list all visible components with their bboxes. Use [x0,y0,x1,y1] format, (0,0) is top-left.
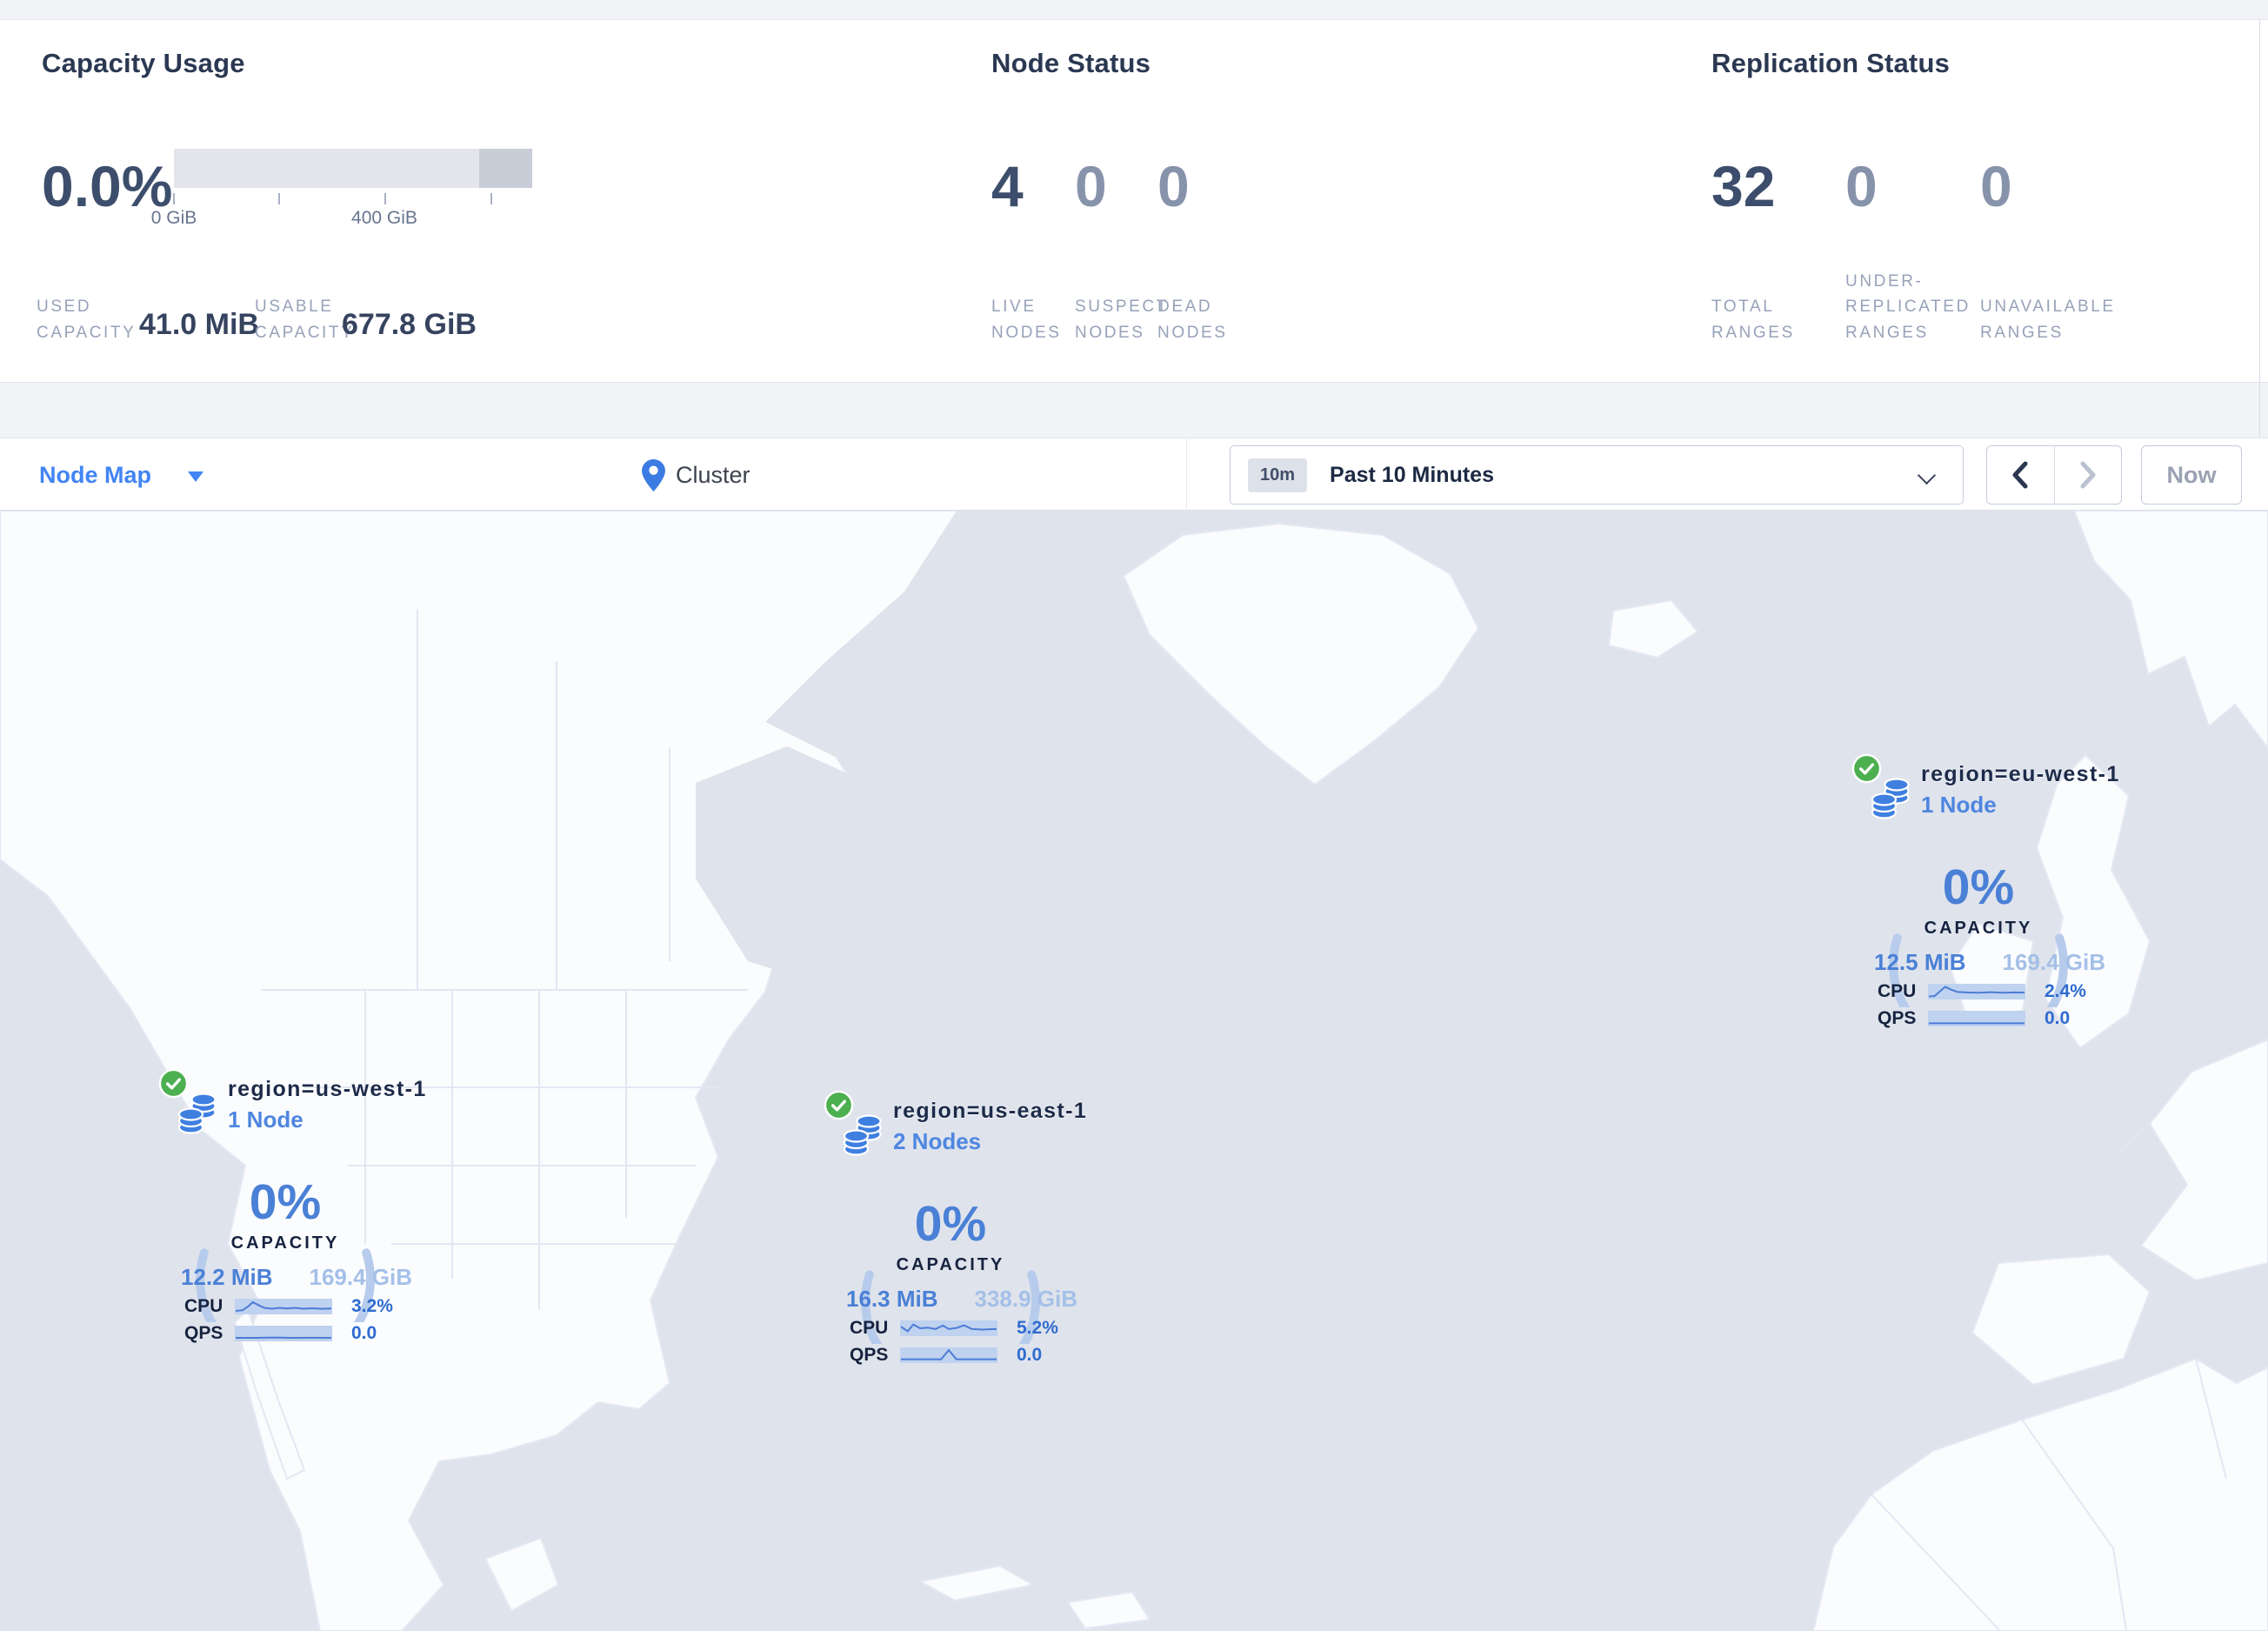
capacity-usage-percent: 0.0% [42,154,173,218]
live-nodes-count: 4 [991,154,1024,218]
region-marker-eu-west-1[interactable]: region=eu-west-1 1 Node 0% CAPACITY 12.5… [1851,753,2123,1042]
time-range-badge: 10m [1248,458,1308,492]
qps-sparkline [900,1347,997,1363]
chevron-left-icon [2012,461,2028,489]
region-total-capacity: 338.9 GiB [974,1286,1077,1312]
time-pager [1986,445,2122,505]
region-used-capacity: 16.3 MiB [846,1286,938,1312]
node-map[interactable]: region=us-west-1 1 Node 0% CAPACITY 12.2… [0,511,2268,1631]
cpu-sparkline [900,1320,997,1336]
view-selector-dropdown[interactable]: Node Map [39,438,204,511]
under-replicated-ranges-label: UNDER-REPLICATED RANGES [1845,271,1971,342]
caret-down-icon [188,471,204,482]
live-nodes-label: LIVE NODES [991,297,1062,342]
cpu-value: 3.2% [351,1296,393,1316]
toolbar-divider [1186,438,1187,511]
region-used-capacity: 12.2 MiB [181,1264,273,1290]
region-capacity-label: CAPACITY [230,1233,340,1253]
gauge-tick-label-400: 400 GiB [351,208,417,228]
time-prev-button[interactable] [1987,446,2055,504]
region-node-count: 1 Node [1921,792,1997,818]
used-capacity-label: USED CAPACITY [37,297,137,342]
chevron-right-icon [2080,461,2096,489]
region-capacity-label: CAPACITY [1924,919,2033,938]
region-capacity-label: CAPACITY [896,1255,1005,1274]
now-button[interactable]: Now [2141,445,2242,505]
region-capacity-percent: 0% [1942,859,2015,915]
cpu-value: 5.2% [1017,1318,1058,1338]
total-ranges-count: 32 [1711,154,1776,218]
unavailable-ranges-label: UNAVAILABLE RANGES [1980,297,2116,342]
region-capacity-percent: 0% [914,1196,987,1252]
region-total-capacity: 169.4 GiB [2002,949,2105,975]
region-marker-us-east-1[interactable]: region=us-east-1 2 Nodes 0% CAPACITY 16.… [824,1090,1095,1379]
qps-label: QPS [184,1323,223,1343]
cpu-label: CPU [850,1318,889,1338]
capacity-gauge-bar [174,149,532,188]
region-name: region=eu-west-1 [1921,762,2120,786]
qps-sparkline [235,1326,332,1341]
cluster-summary-panel: Capacity Usage 0.0% 0 GiB 400 GiB USED C… [0,19,2268,383]
replication-status-title: Replication Status [1711,48,1951,78]
breadcrumb-label: Cluster [676,461,750,488]
dead-nodes-count: 0 [1157,154,1190,218]
region-name: region=us-west-1 [228,1077,427,1101]
map-toolbar: Node Map Cluster 10m Past 10 Minutes Now [0,438,2268,511]
dead-nodes-label: DEAD NODES [1157,297,1228,342]
region-node-count: 1 Node [228,1106,304,1133]
qps-value: 0.0 [351,1323,377,1343]
time-range-select[interactable]: 10m Past 10 Minutes [1230,445,1964,505]
cpu-label: CPU [1878,981,1917,1001]
used-capacity-value: 41.0 MiB [139,308,259,341]
suspect-nodes-label: SUSPECT NODES [1075,297,1169,342]
time-next-button[interactable] [2055,446,2122,504]
time-range-label: Past 10 Minutes [1330,462,1494,487]
under-replicated-ranges-count: 0 [1845,154,1878,218]
gauge-tick-label-0: 0 GiB [150,208,197,228]
capacity-usage-title: Capacity Usage [42,48,245,78]
capacity-gauge-nonusable-segment [479,149,532,188]
qps-label: QPS [850,1345,889,1365]
usable-capacity-value: 677.8 GiB [342,308,477,341]
map-pin-icon [642,458,665,491]
qps-value: 0.0 [1017,1345,1043,1365]
cpu-label: CPU [184,1296,223,1316]
qps-value: 0.0 [2045,1008,2071,1028]
node-status-title: Node Status [991,48,1151,78]
suspect-nodes-count: 0 [1075,154,1107,218]
qps-label: QPS [1878,1008,1917,1028]
qps-sparkline [1928,1011,2025,1026]
chevron-down-icon [1917,465,1937,485]
region-name: region=us-east-1 [893,1099,1088,1123]
region-marker-us-west-1[interactable]: region=us-west-1 1 Node 0% CAPACITY 12.2… [158,1068,430,1357]
cpu-sparkline [1928,984,2025,999]
region-total-capacity: 169.4 GiB [309,1264,412,1290]
unavailable-ranges-count: 0 [1980,154,2012,218]
view-selector-label: Node Map [39,461,152,488]
region-used-capacity: 12.5 MiB [1874,949,1966,975]
cpu-value: 2.4% [2045,981,2086,1001]
breadcrumb[interactable]: Cluster [642,438,750,511]
cpu-sparkline [235,1299,332,1314]
total-ranges-label: TOTAL RANGES [1711,297,1795,342]
region-capacity-percent: 0% [249,1174,322,1230]
region-node-count: 2 Nodes [893,1128,982,1154]
